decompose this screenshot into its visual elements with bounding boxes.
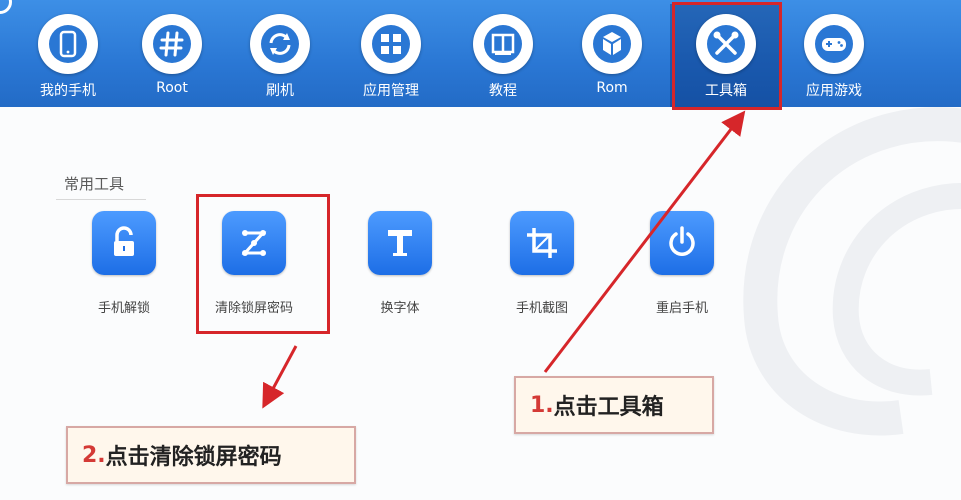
nav-label: 我的手机 (40, 83, 96, 99)
box-icon (582, 14, 642, 74)
toolbox-highlight-box (672, 2, 782, 110)
tool-restart-phone[interactable]: 重启手机 (622, 211, 742, 321)
unlock-icon (92, 211, 156, 275)
nav-item-app-manager[interactable]: 应用管理 (343, 14, 439, 102)
book-icon (473, 14, 533, 74)
section-divider (56, 199, 146, 200)
grid-icon (361, 14, 421, 74)
tool-screenshot[interactable]: 手机截图 (482, 211, 602, 321)
nav-label: Root (156, 80, 188, 96)
callout-step1: 1. 点击工具箱 (514, 376, 714, 434)
tool-change-font[interactable]: 换字体 (340, 211, 460, 321)
callout-text: 点击清除锁屏密码 (105, 445, 282, 470)
callout-number: 1. (530, 392, 554, 418)
gamepad-icon (804, 14, 864, 74)
tool-label: 手机解锁 (97, 301, 150, 316)
tool-phone-unlock[interactable]: 手机解锁 (64, 211, 184, 321)
callout-number: 2. (82, 442, 106, 468)
tool-label: 换字体 (380, 301, 420, 316)
hash-icon (142, 14, 202, 74)
nav-item-tutorial[interactable]: 教程 (455, 14, 551, 102)
app-logo-icon (0, 0, 12, 14)
section-title: 常用工具 (64, 175, 125, 193)
nav-label: 教程 (489, 83, 517, 99)
nav-item-flash[interactable]: 刷机 (232, 14, 328, 102)
tool-label: 手机截图 (515, 301, 568, 316)
phone-icon (38, 14, 98, 74)
power-icon (650, 211, 714, 275)
refresh-icon (250, 14, 310, 74)
nav-item-root[interactable]: Root (124, 14, 220, 102)
crop-icon (510, 211, 574, 275)
font-icon (368, 211, 432, 275)
nav-label: 应用管理 (363, 83, 419, 99)
nav-label: 刷机 (266, 83, 294, 99)
nav-item-my-phone[interactable]: 我的手机 (20, 14, 116, 102)
callout-text: 点击工具箱 (553, 395, 664, 420)
callout-step2: 2. 点击清除锁屏密码 (66, 426, 356, 484)
tool-label: 重启手机 (655, 301, 708, 316)
clear-password-highlight-box (196, 194, 330, 334)
